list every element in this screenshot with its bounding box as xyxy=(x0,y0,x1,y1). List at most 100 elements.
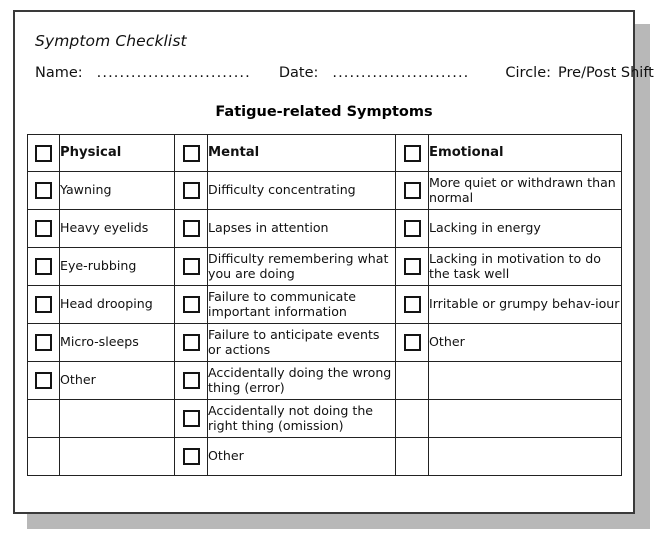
checkbox-icon[interactable] xyxy=(182,448,200,465)
checkbox-icon[interactable] xyxy=(182,296,200,313)
emotional-checkbox-cell[interactable] xyxy=(395,285,429,324)
circle-options[interactable]: Pre/Post Shift xyxy=(558,65,654,81)
mental-symptom-cell: Difficulty remembering what you are doin… xyxy=(207,247,396,286)
mental-symptom-cell: Accidentally doing the wrong thing (erro… xyxy=(207,361,396,400)
mental-symptom-label: Failure to anticipate events or actions xyxy=(208,326,380,357)
checkbox-icon[interactable] xyxy=(182,410,200,427)
form-meta-row: Name:........................... Date:...… xyxy=(35,65,654,81)
mental-symptom-label: Difficulty remembering what you are doin… xyxy=(208,250,389,281)
emotional-symptom-label: More quiet or withdrawn than normal xyxy=(429,174,616,205)
emotional-symptom-cell: Lacking in energy xyxy=(428,209,622,248)
checkbox-icon[interactable] xyxy=(35,220,52,237)
name-label: Name: xyxy=(35,65,83,81)
mental-symptom-label: Lapses in attention xyxy=(208,220,329,236)
physical-checkbox-cell[interactable] xyxy=(27,323,60,362)
physical-symptom-cell-empty xyxy=(59,437,175,476)
checkbox-icon[interactable] xyxy=(35,144,52,162)
checkbox-icon[interactable] xyxy=(182,372,200,389)
mental-symptom-cell: Difficulty concentrating xyxy=(207,171,396,210)
symptom-checklist-table: Physical Mental Emotional Yawning Diffic… xyxy=(27,134,622,476)
mental-symptom-label: Failure to communicate important informa… xyxy=(208,288,357,319)
header-mental-checkbox-cell[interactable] xyxy=(174,134,208,172)
date-input-dots[interactable]: ........................ xyxy=(332,65,469,81)
mental-symptom-label: Other xyxy=(208,448,244,464)
checkbox-icon[interactable] xyxy=(182,334,200,351)
physical-checkbox-cell[interactable] xyxy=(27,361,60,400)
mental-checkbox-cell[interactable] xyxy=(174,247,208,286)
physical-checkbox-cell[interactable] xyxy=(27,171,60,210)
checkbox-icon[interactable] xyxy=(182,220,200,237)
physical-symptom-cell: Eye-rubbing xyxy=(59,247,175,286)
checkbox-icon[interactable] xyxy=(35,296,52,313)
emotional-checkbox-cell-empty xyxy=(395,399,429,438)
mental-symptom-label: Difficulty concentrating xyxy=(208,182,356,198)
checkbox-icon[interactable] xyxy=(403,296,421,313)
table-row: Head drooping Failure to communicate imp… xyxy=(27,285,622,324)
mental-symptom-label: Accidentally not doing the right thing (… xyxy=(208,402,374,433)
checkbox-icon[interactable] xyxy=(403,220,421,237)
column-header-emotional: Emotional xyxy=(428,134,622,172)
screenshot-root: Symptom Checklist Name:.................… xyxy=(0,0,661,541)
emotional-checkbox-cell[interactable] xyxy=(395,323,429,362)
checkbox-icon[interactable] xyxy=(403,144,421,162)
checkbox-icon[interactable] xyxy=(35,334,52,351)
mental-checkbox-cell[interactable] xyxy=(174,437,208,476)
physical-checkbox-cell[interactable] xyxy=(27,285,60,324)
emotional-symptom-cell: More quiet or withdrawn than normal xyxy=(428,171,622,210)
physical-symptom-cell: Heavy eyelids xyxy=(59,209,175,248)
emotional-symptom-label: Lacking in energy xyxy=(429,220,541,236)
mental-checkbox-cell[interactable] xyxy=(174,323,208,362)
checkbox-icon[interactable] xyxy=(403,182,421,199)
checkbox-icon[interactable] xyxy=(35,258,52,275)
emotional-symptom-label: Lacking in motivation to do the task wel… xyxy=(429,250,601,281)
header-physical-checkbox-cell[interactable] xyxy=(27,134,60,172)
emotional-symptom-label: Irritable or grumpy behav-iour xyxy=(429,296,620,312)
date-label: Date: xyxy=(278,65,319,81)
emotional-checkbox-cell[interactable] xyxy=(395,209,429,248)
mental-checkbox-cell[interactable] xyxy=(174,171,208,210)
mental-symptom-cell: Accidentally not doing the right thing (… xyxy=(207,399,396,438)
mental-checkbox-cell[interactable] xyxy=(174,399,208,438)
mental-symptom-cell: Failure to anticipate events or actions xyxy=(207,323,396,362)
emotional-symptom-cell-empty xyxy=(428,399,622,438)
physical-symptom-cell: Micro-sleeps xyxy=(59,323,175,362)
physical-symptom-label: Yawning xyxy=(60,182,112,198)
emotional-checkbox-cell-empty xyxy=(395,361,429,400)
column-header-physical-label: Physical xyxy=(60,145,122,161)
mental-checkbox-cell[interactable] xyxy=(174,361,208,400)
mental-symptom-cell: Other xyxy=(207,437,396,476)
table-header-row: Physical Mental Emotional xyxy=(27,134,622,172)
checkbox-icon[interactable] xyxy=(182,144,200,162)
checkbox-icon[interactable] xyxy=(403,334,421,351)
checklist-body: Physical Mental Emotional Yawning Diffic… xyxy=(27,134,622,476)
mental-checkbox-cell[interactable] xyxy=(174,285,208,324)
physical-symptom-cell: Head drooping xyxy=(59,285,175,324)
name-input-dots[interactable]: ........................... xyxy=(97,65,251,81)
emotional-checkbox-cell[interactable] xyxy=(395,247,429,286)
physical-checkbox-cell[interactable] xyxy=(27,209,60,248)
emotional-checkbox-cell[interactable] xyxy=(395,171,429,210)
emotional-symptom-cell-empty xyxy=(428,437,622,476)
mental-symptom-cell: Failure to communicate important informa… xyxy=(207,285,396,324)
table-row: Other Accidentally doing the wrong thing… xyxy=(27,361,622,400)
page-title: Symptom Checklist xyxy=(35,32,187,50)
mental-symptom-label: Accidentally doing the wrong thing (erro… xyxy=(208,364,392,395)
physical-checkbox-cell-empty xyxy=(27,399,60,438)
physical-symptom-label: Head drooping xyxy=(60,296,153,312)
mental-checkbox-cell[interactable] xyxy=(174,209,208,248)
checkbox-icon[interactable] xyxy=(403,258,421,275)
column-header-mental: Mental xyxy=(207,134,396,172)
physical-symptom-cell-empty xyxy=(59,399,175,438)
checkbox-icon[interactable] xyxy=(182,182,200,199)
checkbox-icon[interactable] xyxy=(35,372,52,389)
column-header-mental-label: Mental xyxy=(208,145,260,161)
physical-checkbox-cell-empty xyxy=(27,437,60,476)
emotional-symptom-cell-empty xyxy=(428,361,622,400)
physical-symptom-label: Heavy eyelids xyxy=(60,220,149,236)
header-emotional-checkbox-cell[interactable] xyxy=(395,134,429,172)
emotional-symptom-cell: Irritable or grumpy behav-iour xyxy=(428,285,622,324)
physical-checkbox-cell[interactable] xyxy=(27,247,60,286)
checklist-page: Symptom Checklist Name:.................… xyxy=(13,10,654,514)
checkbox-icon[interactable] xyxy=(35,182,52,199)
checkbox-icon[interactable] xyxy=(182,258,200,275)
